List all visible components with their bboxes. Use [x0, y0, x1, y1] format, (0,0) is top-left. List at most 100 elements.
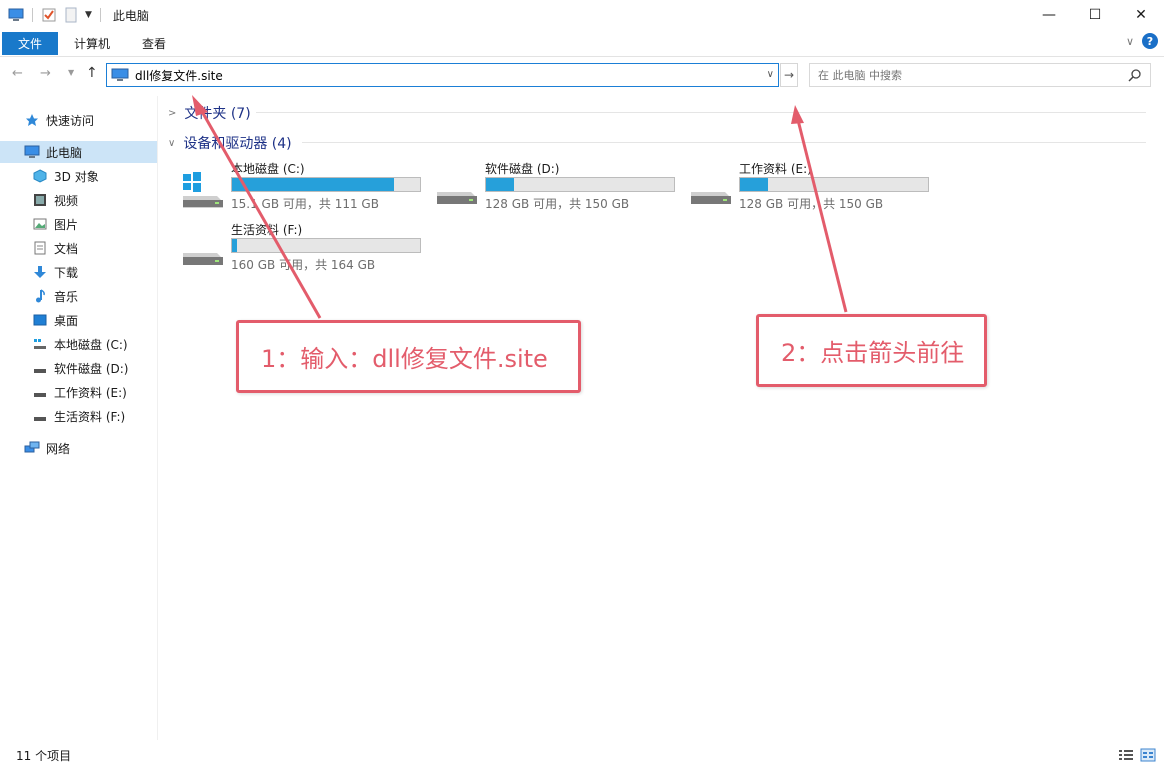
quick-access-toolbar: ▼: [0, 7, 103, 23]
drive-tile-f[interactable]: 生活资料 (F:) 160 GB 可用，共 164 GB: [181, 221, 431, 277]
drive-usage-fill: [232, 239, 237, 252]
group-folders-label: 文件夹 (7): [184, 106, 251, 122]
sidebar-item-label: 快速访问: [46, 113, 95, 128]
drive-name: 工作资料 (E:): [739, 162, 812, 176]
group-divider: [256, 112, 1146, 113]
sidebar-item-label: 本地磁盘 (C:): [54, 337, 128, 352]
search-input[interactable]: [818, 68, 1118, 82]
sidebar-item-label: 此电脑: [46, 145, 83, 160]
sidebar-item-label: 工作资料 (E:): [54, 385, 127, 400]
sidebar-item-drive-e[interactable]: 工作资料 (E:): [32, 381, 127, 403]
document-icon: [32, 240, 48, 256]
drive-usage-fill: [232, 178, 395, 191]
system-drive-icon: [183, 172, 223, 208]
customize-dropdown-icon[interactable]: ▼: [85, 10, 92, 20]
status-bar: 11 个项目: [0, 742, 1164, 769]
tab-file[interactable]: 文件: [2, 31, 59, 55]
network-icon: [24, 440, 40, 456]
picture-icon: [32, 216, 48, 232]
computer-icon[interactable]: [8, 7, 24, 23]
ribbon-tabs: 文件 计算机 查看 ∨ ?: [0, 30, 1164, 57]
annotation-callout-step2: 2：点击箭头前往: [756, 314, 987, 387]
tab-computer[interactable]: 计算机: [58, 31, 126, 55]
drive-name: 本地磁盘 (C:): [231, 162, 305, 176]
system-drive-icon: [32, 336, 48, 352]
music-icon: [32, 288, 48, 304]
computer-icon: [24, 144, 40, 160]
annotation-arrowhead-2: [791, 105, 804, 124]
cube-icon: [32, 168, 48, 184]
group-devices[interactable]: ∨ 设备和驱动器 (4): [168, 133, 292, 153]
sidebar-item-label: 网络: [46, 441, 71, 456]
address-dropdown-icon[interactable]: ∨: [767, 69, 774, 80]
sidebar-item-music[interactable]: 音乐: [32, 285, 78, 307]
sidebar-item-videos[interactable]: 视频: [32, 189, 78, 211]
annotation-arrow-2: [796, 119, 848, 313]
sidebar-item-pictures[interactable]: 图片: [32, 213, 78, 235]
close-button[interactable]: ✕: [1118, 0, 1164, 30]
drive-icon: [32, 360, 48, 376]
drive-space-info: 160 GB 可用，共 164 GB: [231, 258, 376, 272]
drive-usage-bar: [485, 177, 675, 192]
chevron-right-icon: >: [168, 107, 177, 119]
drive-space-info: 128 GB 可用，共 150 GB: [485, 197, 630, 211]
help-button[interactable]: ?: [1142, 33, 1158, 49]
go-arrow-button[interactable]: →: [780, 63, 798, 87]
download-icon: [32, 264, 48, 280]
expand-ribbon-chevron-icon[interactable]: ∨: [1126, 35, 1134, 48]
drive-space-info: 128 GB 可用，共 150 GB: [739, 197, 884, 211]
sidebar-item-label: 桌面: [54, 313, 79, 328]
sidebar-item-network[interactable]: 网络: [24, 437, 70, 459]
computer-icon: [111, 68, 129, 81]
drive-icon: [183, 253, 223, 265]
sidebar-item-label: 生活资料 (F:): [54, 409, 126, 424]
address-input[interactable]: [135, 68, 735, 82]
sidebar-item-3d-objects[interactable]: 3D 对象: [32, 165, 99, 187]
ribbon-right-controls: ∨ ?: [1126, 33, 1158, 49]
sidebar-item-label: 音乐: [54, 289, 79, 304]
group-folders[interactable]: > 文件夹 (7): [168, 103, 251, 123]
sidebar-item-label: 下载: [54, 265, 79, 280]
sidebar-item-downloads[interactable]: 下载: [32, 261, 78, 283]
address-bar[interactable]: ∨: [106, 63, 779, 87]
tiles-view-icon[interactable]: [1140, 748, 1156, 762]
sidebar-item-drive-d[interactable]: 软件磁盘 (D:): [32, 357, 128, 379]
details-view-icon[interactable]: [1118, 748, 1134, 762]
search-box[interactable]: [809, 63, 1151, 87]
sidebar-item-quick-access[interactable]: 快速访问: [24, 109, 94, 131]
sidebar-item-label: 图片: [54, 217, 79, 232]
sidebar-item-drive-c[interactable]: 本地磁盘 (C:): [32, 333, 128, 355]
drive-usage-fill: [740, 178, 768, 191]
properties-icon[interactable]: [41, 7, 57, 23]
drive-name: 软件磁盘 (D:): [485, 162, 560, 176]
desktop-icon: [32, 312, 48, 328]
drive-name: 生活资料 (F:): [231, 223, 303, 237]
window-title: 此电脑: [112, 8, 149, 23]
sidebar-item-label: 文档: [54, 241, 79, 256]
star-icon: [24, 112, 40, 128]
window-controls: — ☐ ✕: [1026, 0, 1164, 30]
minimize-button[interactable]: —: [1026, 0, 1072, 30]
sidebar-item-this-pc[interactable]: 此电脑: [0, 141, 157, 163]
sidebar-item-desktop[interactable]: 桌面: [32, 309, 78, 331]
group-divider: [302, 142, 1146, 143]
annotation-text: 2：点击箭头前往: [781, 339, 965, 367]
drive-tile-c[interactable]: 本地磁盘 (C:) 15.1 GB 可用，共 111 GB: [181, 160, 431, 216]
sidebar-item-documents[interactable]: 文档: [32, 237, 78, 259]
drive-icon: [437, 192, 477, 204]
view-toggle: [1118, 748, 1156, 762]
forward-arrow-icon[interactable]: →: [40, 66, 51, 81]
drive-icon: [32, 384, 48, 400]
sidebar-item-drive-f[interactable]: 生活资料 (F:): [32, 405, 125, 427]
search-icon[interactable]: [1128, 68, 1142, 82]
toolbar-separator: [99, 8, 101, 22]
drive-tile-e[interactable]: 工作资料 (E:) 128 GB 可用，共 150 GB: [689, 160, 939, 216]
new-folder-icon[interactable]: [63, 7, 79, 23]
drive-tile-d[interactable]: 软件磁盘 (D:) 128 GB 可用，共 150 GB: [435, 160, 685, 216]
up-arrow-icon[interactable]: ↑: [86, 65, 98, 81]
maximize-button[interactable]: ☐: [1072, 0, 1118, 30]
chevron-down-icon: ∨: [168, 137, 176, 149]
tab-view[interactable]: 查看: [126, 31, 182, 55]
recent-locations-chevron-icon[interactable]: ▼: [68, 68, 74, 77]
back-arrow-icon[interactable]: ←: [12, 66, 23, 81]
